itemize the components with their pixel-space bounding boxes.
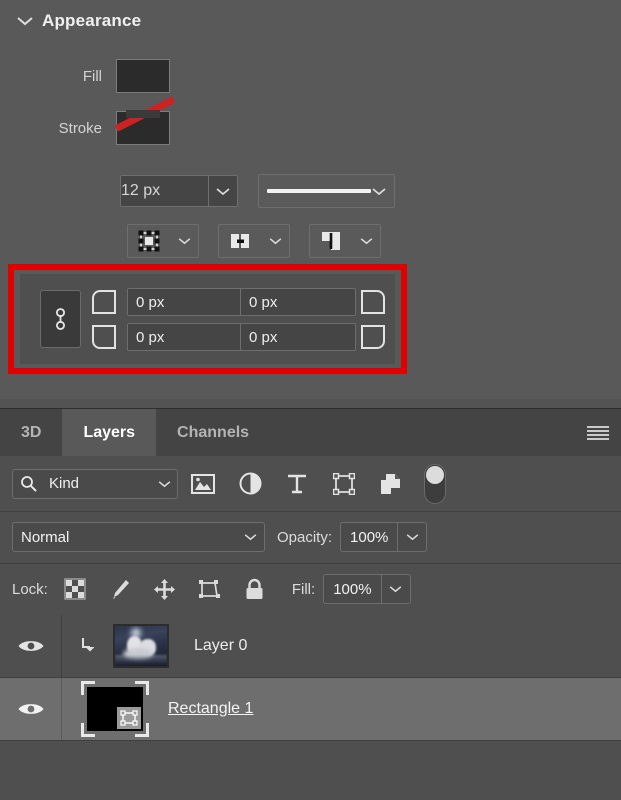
panel-divider bbox=[0, 399, 621, 408]
shape-layer-icon[interactable] bbox=[331, 471, 357, 497]
table-row[interactable]: Layer 0 bbox=[0, 615, 621, 678]
fill-opacity-input[interactable]: 100% bbox=[323, 574, 411, 604]
layer-visibility-toggle-1[interactable] bbox=[0, 678, 62, 740]
eye-visibility-icon bbox=[18, 641, 43, 651]
panel-tabbar: 3D Layers Channels bbox=[0, 408, 621, 457]
filter-kind-dropdown[interactable]: Kind bbox=[12, 468, 178, 499]
tab-channels[interactable]: Channels bbox=[156, 409, 270, 457]
smart-object-icon[interactable] bbox=[378, 471, 404, 497]
fill-opacity-value: 100% bbox=[323, 574, 381, 604]
stroke-label: Stroke bbox=[58, 119, 102, 137]
table-row[interactable]: Rectangle 1 bbox=[0, 678, 621, 741]
line-style-chevron-down-icon[interactable] bbox=[372, 187, 386, 196]
lock-artboard-nesting-icon[interactable] bbox=[197, 576, 223, 602]
filter-kind-chevron-down-icon[interactable] bbox=[151, 480, 177, 488]
layer-name-input-1[interactable]: Rectangle 1 bbox=[168, 700, 258, 718]
blend-mode-chevron-down-icon[interactable] bbox=[236, 533, 264, 541]
stroke-row: Stroke bbox=[44, 96, 214, 145]
lock-icons bbox=[62, 576, 268, 602]
image-thumbnail bbox=[113, 624, 169, 668]
filter-toggle-switch[interactable] bbox=[424, 463, 446, 504]
lock-image-pixels-icon[interactable] bbox=[107, 576, 133, 602]
chevron-down-icon[interactable] bbox=[8, 15, 42, 27]
layers-panel: 3D Layers Channels Kind Normal Opacity: … bbox=[0, 408, 621, 800]
page-title: Appearance bbox=[42, 11, 142, 30]
lock-label: Lock: bbox=[12, 580, 48, 598]
tab-3d[interactable]: 3D bbox=[0, 409, 62, 457]
adjustment-layer-icon[interactable] bbox=[237, 471, 263, 497]
search-icon bbox=[13, 475, 43, 492]
opacity-chevron-down-icon[interactable] bbox=[397, 522, 428, 552]
filter-type-icons bbox=[190, 471, 404, 497]
photoshop-panels: Appearance Fill Stroke 12 px 0 px 0 px 0… bbox=[0, 0, 621, 800]
clipping-mask-arrow-icon bbox=[74, 636, 100, 656]
stroke-cap-icon bbox=[219, 225, 262, 257]
layer-thumbnail-wrap-1[interactable] bbox=[80, 681, 150, 737]
shape-thumbnail bbox=[81, 681, 149, 737]
fill-color-swatch[interactable] bbox=[116, 59, 170, 93]
stroke-width-chevron-down-icon[interactable] bbox=[208, 175, 238, 207]
stroke-align-combo[interactable] bbox=[127, 224, 199, 258]
stroke-width-value: 12 px bbox=[121, 182, 161, 199]
eye-visibility-icon bbox=[18, 704, 43, 714]
vector-mask-badge-icon bbox=[117, 707, 141, 729]
solid-line-icon bbox=[267, 189, 371, 193]
opacity-value: 100% bbox=[340, 522, 398, 552]
stroke-corner-chevron-down-icon[interactable] bbox=[353, 225, 380, 257]
stroke-options-row bbox=[127, 224, 381, 258]
stroke-cap-combo[interactable] bbox=[218, 224, 290, 258]
fill-opacity-label: Fill: bbox=[291, 580, 316, 598]
blend-mode-value: Normal bbox=[21, 528, 70, 546]
pixel-layer-icon[interactable] bbox=[190, 471, 216, 497]
layer-name-0[interactable]: Layer 0 bbox=[194, 637, 247, 655]
layer-filter-row: Kind bbox=[0, 456, 621, 512]
stroke-color-swatch[interactable] bbox=[114, 96, 176, 145]
opacity-input[interactable]: 100% bbox=[340, 522, 428, 552]
stroke-align-chevron-down-icon[interactable] bbox=[171, 225, 198, 257]
layer-visibility-toggle-0[interactable] bbox=[0, 615, 62, 677]
stroke-cap-chevron-down-icon[interactable] bbox=[262, 225, 289, 257]
fill-label: Fill bbox=[82, 67, 102, 85]
layers-body: Kind Normal Opacity: 100% Lock: Fill: 10… bbox=[0, 456, 621, 800]
corner-radius-highlight-box bbox=[8, 264, 407, 374]
lock-all-icon[interactable] bbox=[242, 576, 268, 602]
opacity-label: Opacity: bbox=[277, 528, 333, 546]
fill-row: Fill bbox=[44, 59, 204, 93]
blend-mode-row: Normal Opacity: 100% bbox=[0, 511, 621, 564]
stroke-corner-icon bbox=[310, 225, 353, 257]
lock-row: Lock: Fill: 100% bbox=[0, 563, 621, 616]
type-layer-icon[interactable] bbox=[284, 471, 310, 497]
tab-layers[interactable]: Layers bbox=[62, 409, 157, 457]
lock-position-icon[interactable] bbox=[152, 576, 178, 602]
filter-toggle-knob bbox=[426, 465, 444, 484]
stroke-align-icon bbox=[128, 225, 171, 257]
appearance-panel: Appearance Fill Stroke 12 px 0 px 0 px 0… bbox=[0, 0, 621, 408]
stroke-width-combo[interactable]: 12 px bbox=[120, 175, 238, 207]
filter-kind-label: Kind bbox=[49, 475, 80, 492]
appearance-section-header[interactable]: Appearance bbox=[0, 0, 621, 42]
fill-opacity-chevron-down-icon[interactable] bbox=[380, 574, 411, 604]
lock-transparent-pixels-icon[interactable] bbox=[62, 576, 88, 602]
blend-mode-dropdown[interactable]: Normal bbox=[12, 522, 265, 552]
stroke-width-row: 12 px bbox=[120, 174, 395, 208]
tabbar-spacer bbox=[270, 409, 575, 457]
layer-thumbnail-wrap-0[interactable] bbox=[106, 618, 176, 674]
stroke-corner-combo[interactable] bbox=[309, 224, 381, 258]
hamburger-menu-icon[interactable] bbox=[575, 409, 621, 457]
stroke-line-style-combo[interactable] bbox=[258, 174, 395, 208]
